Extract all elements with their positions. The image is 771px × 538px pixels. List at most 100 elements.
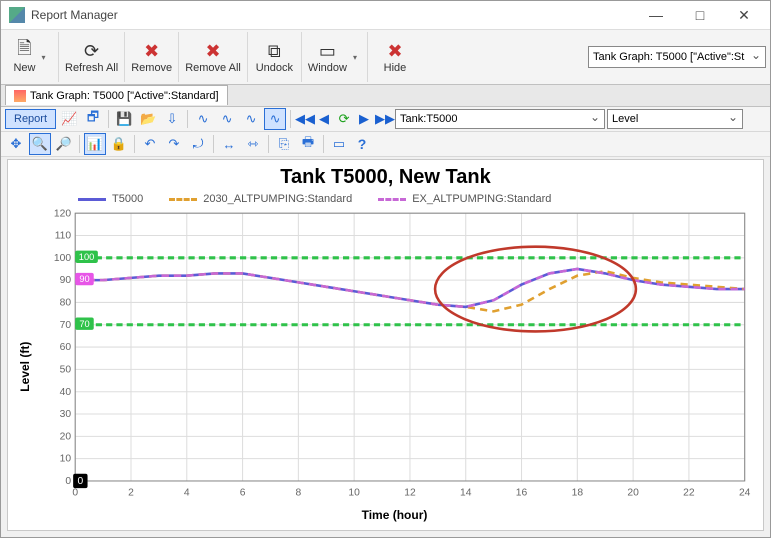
svg-text:40: 40	[60, 387, 72, 398]
svg-text:14: 14	[460, 488, 472, 499]
hide-icon: ✖	[387, 40, 402, 62]
svg-text:20: 20	[627, 488, 639, 499]
chart-tool-icon[interactable]: 📈	[58, 108, 80, 130]
hide-button[interactable]: ✖ Hide	[368, 32, 422, 82]
legend-label: T5000	[112, 193, 143, 205]
svg-text:20: 20	[60, 432, 72, 443]
redo-icon[interactable]: ↷	[163, 133, 185, 155]
window-label: Window	[308, 62, 347, 74]
svg-text:70: 70	[60, 320, 72, 331]
svg-text:16: 16	[516, 488, 528, 499]
chart-type-icon[interactable]: ∿	[240, 108, 262, 130]
play-button[interactable]: ⟳	[335, 111, 353, 127]
legend-item: T5000	[78, 193, 143, 205]
doc-icon: 🗎	[17, 40, 31, 62]
zoom-toolbar: ✥ 🔍 🔎 📊 🔒 ↶ ↷ ⤾ ↔ ⇿ ⎘ 🖶 ▭ ?	[1, 132, 770, 157]
svg-text:2: 2	[128, 488, 134, 499]
last-button[interactable]: ▶▶	[375, 111, 393, 127]
plot: 0102030405060708090100110120024681012141…	[34, 207, 755, 526]
legend: T5000 2030_ALTPUMPING:Standard EX_ALTPUM…	[8, 189, 763, 207]
svg-text:30: 30	[60, 409, 72, 420]
remove-all-label: Remove All	[185, 62, 241, 74]
legend-item: 2030_ALTPUMPING:Standard	[169, 193, 352, 205]
x-axis-label: Time (hour)	[34, 506, 755, 526]
first-button[interactable]: ◀◀	[295, 111, 313, 127]
remove-button[interactable]: ✖ Remove	[125, 32, 179, 82]
svg-text:0: 0	[65, 476, 71, 487]
hide-label: Hide	[384, 62, 407, 74]
chart-title: Tank T5000, New Tank	[8, 160, 763, 189]
chart-svg: 0102030405060708090100110120024681012141…	[34, 207, 755, 506]
svg-text:100: 100	[79, 252, 94, 262]
props-icon[interactable]: ▭	[328, 133, 350, 155]
tab-tank-graph[interactable]: Tank Graph: T5000 ["Active":Standard]	[5, 85, 228, 105]
lock-icon[interactable]: 🔒	[108, 133, 130, 155]
svg-text:60: 60	[60, 342, 72, 353]
reset-icon[interactable]: ⤾	[187, 133, 209, 155]
undock-button[interactable]: ⧉ Undock	[248, 32, 302, 82]
svg-text:90: 90	[79, 274, 89, 284]
chart-type-icon[interactable]: ∿	[264, 108, 286, 130]
svg-text:4: 4	[184, 488, 190, 499]
report-label: Report	[14, 113, 47, 125]
tank-select[interactable]: Tank:T5000	[395, 109, 605, 129]
chevron-down-icon[interactable]: ▾	[349, 53, 361, 62]
help-icon[interactable]: ?	[352, 136, 372, 152]
refresh-all-button[interactable]: ⟳ Refresh All	[59, 32, 125, 82]
tank-select-value: Tank:T5000	[400, 113, 457, 125]
svg-text:110: 110	[55, 231, 72, 242]
zoom-in-icon[interactable]: 🔍	[29, 133, 51, 155]
svg-text:12: 12	[404, 488, 416, 499]
svg-text:18: 18	[572, 488, 584, 499]
new-label: New	[13, 62, 35, 74]
svg-text:90: 90	[60, 276, 72, 287]
window-icon: ▭	[319, 40, 336, 62]
plot-wrap: Level (ft) 01020304050607080901001101200…	[8, 207, 763, 530]
y-axis-label: Level (ft)	[16, 207, 34, 526]
legend-item: EX_ALTPUMPING:Standard	[378, 193, 551, 205]
undock-icon: ⧉	[268, 40, 281, 62]
copy-icon[interactable]: ⎘	[273, 133, 295, 155]
prev-button[interactable]: ◀	[315, 111, 333, 127]
chart-tool-icon[interactable]: 🗗	[82, 108, 104, 130]
app-window: Report Manager — □ ✕ 🗎 New ▾ ⟳ Refresh A…	[0, 0, 771, 538]
maximize-button[interactable]: □	[678, 1, 722, 29]
remove-all-icon: ✖	[205, 40, 220, 62]
undock-label: Undock	[256, 62, 293, 74]
zoom-out-icon[interactable]: 🔎	[53, 133, 75, 155]
chart-config-icon[interactable]: 📊	[84, 133, 106, 155]
legend-swatch	[78, 198, 106, 201]
fit-icon[interactable]: ⇿	[242, 133, 264, 155]
remove-all-button[interactable]: ✖ Remove All	[179, 32, 248, 82]
svg-text:10: 10	[348, 488, 360, 499]
window-title: Report Manager	[31, 8, 634, 22]
minimize-button[interactable]: —	[634, 1, 678, 29]
tab-label: Tank Graph: T5000 ["Active":Standard]	[30, 90, 219, 102]
tank-graph-select[interactable]: Tank Graph: T5000 ["Active":St	[588, 46, 766, 68]
svg-text:10: 10	[60, 454, 72, 465]
new-button[interactable]: 🗎 New ▾	[5, 32, 59, 82]
print-icon[interactable]: 🖶	[297, 133, 319, 155]
svg-text:8: 8	[296, 488, 302, 499]
chevron-down-icon[interactable]: ▾	[38, 53, 50, 62]
tabstrip: Tank Graph: T5000 ["Active":Standard]	[1, 85, 770, 107]
svg-text:0: 0	[77, 476, 83, 487]
report-button[interactable]: Report	[5, 109, 56, 129]
window-button[interactable]: ▭ Window ▾	[302, 32, 368, 82]
save-icon[interactable]: 💾	[113, 108, 135, 130]
next-button[interactable]: ▶	[355, 111, 373, 127]
width-icon[interactable]: ↔	[218, 133, 240, 155]
main-toolbar: 🗎 New ▾ ⟳ Refresh All ✖ Remove ✖ Remove …	[1, 30, 770, 85]
open-icon[interactable]: 📂	[137, 108, 159, 130]
legend-swatch	[378, 198, 406, 201]
undo-icon[interactable]: ↶	[139, 133, 161, 155]
export-icon[interactable]: ⇩	[161, 108, 183, 130]
close-button[interactable]: ✕	[722, 1, 766, 29]
svg-text:100: 100	[54, 253, 71, 264]
series-select[interactable]: Level	[607, 109, 743, 129]
pan-icon[interactable]: ✥	[5, 133, 27, 155]
svg-text:6: 6	[240, 488, 246, 499]
legend-swatch	[169, 198, 197, 201]
chart-type-icon[interactable]: ∿	[192, 108, 214, 130]
chart-type-icon[interactable]: ∿	[216, 108, 238, 130]
